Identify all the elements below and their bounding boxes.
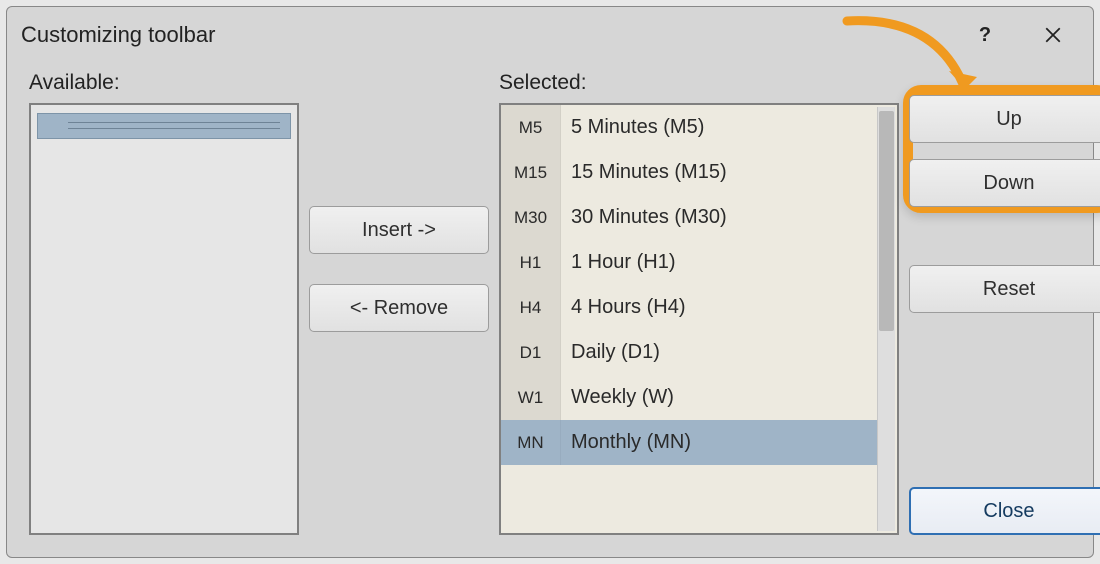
close-window-button[interactable] <box>1027 15 1079 55</box>
selected-item[interactable]: M55 Minutes (M5) <box>501 105 877 150</box>
timeframe-code: MN <box>501 420 561 465</box>
customizing-toolbar-dialog: Customizing toolbar ? Available: Insert … <box>6 6 1094 558</box>
remove-button[interactable]: <- Remove <box>309 284 489 332</box>
timeframe-code: W1 <box>501 375 561 420</box>
selected-items-container: M55 Minutes (M5)M1515 Minutes (M15)M3030… <box>501 105 877 533</box>
selected-scrollbar[interactable] <box>877 107 895 531</box>
selected-listbox[interactable]: M55 Minutes (M5)M1515 Minutes (M15)M3030… <box>499 103 899 535</box>
timeframe-label: Weekly (W) <box>561 386 877 409</box>
timeframe-label: 30 Minutes (M30) <box>561 206 877 229</box>
timeframe-code: M5 <box>501 105 561 150</box>
side-buttons-column: Up Down Reset Close <box>909 71 1100 535</box>
timeframe-code: M15 <box>501 150 561 195</box>
timeframe-code: H4 <box>501 285 561 330</box>
scrollbar-thumb[interactable] <box>879 111 894 331</box>
question-icon: ? <box>979 24 991 47</box>
timeframe-label: Monthly (MN) <box>561 431 877 454</box>
timeframe-label: Daily (D1) <box>561 341 877 364</box>
selected-item[interactable]: MNMonthly (MN) <box>501 420 877 465</box>
transfer-buttons-column: Insert -> <- Remove <box>309 71 489 535</box>
reset-button[interactable]: Reset <box>909 265 1100 313</box>
timeframe-label: 4 Hours (H4) <box>561 296 877 319</box>
timeframe-label: 15 Minutes (M15) <box>561 161 877 184</box>
up-button[interactable]: Up <box>909 95 1100 143</box>
down-button[interactable]: Down <box>909 159 1100 207</box>
selected-label: Selected: <box>499 71 899 95</box>
selected-item[interactable]: W1Weekly (W) <box>501 375 877 420</box>
selected-item[interactable]: M1515 Minutes (M15) <box>501 150 877 195</box>
insert-button[interactable]: Insert -> <box>309 206 489 254</box>
close-button[interactable]: Close <box>909 487 1100 535</box>
selected-item[interactable]: H44 Hours (H4) <box>501 285 877 330</box>
help-button[interactable]: ? <box>959 15 1011 55</box>
available-separator-item[interactable] <box>37 113 291 139</box>
selected-item[interactable]: M3030 Minutes (M30) <box>501 195 877 240</box>
timeframe-label: 5 Minutes (M5) <box>561 116 877 139</box>
timeframe-code: D1 <box>501 330 561 375</box>
selected-item[interactable]: H11 Hour (H1) <box>501 240 877 285</box>
timeframe-code: M30 <box>501 195 561 240</box>
dialog-body: Available: Insert -> <- Remove Selected:… <box>7 61 1093 557</box>
close-icon <box>1044 26 1062 44</box>
timeframe-code: H1 <box>501 240 561 285</box>
selected-item[interactable]: D1Daily (D1) <box>501 330 877 375</box>
available-column: Available: <box>29 71 299 535</box>
selected-column: Selected: M55 Minutes (M5)M1515 Minutes … <box>499 71 899 535</box>
timeframe-label: 1 Hour (H1) <box>561 251 877 274</box>
available-listbox[interactable] <box>29 103 299 535</box>
available-label: Available: <box>29 71 299 95</box>
dialog-title: Customizing toolbar <box>21 22 959 48</box>
titlebar: Customizing toolbar ? <box>7 7 1093 61</box>
